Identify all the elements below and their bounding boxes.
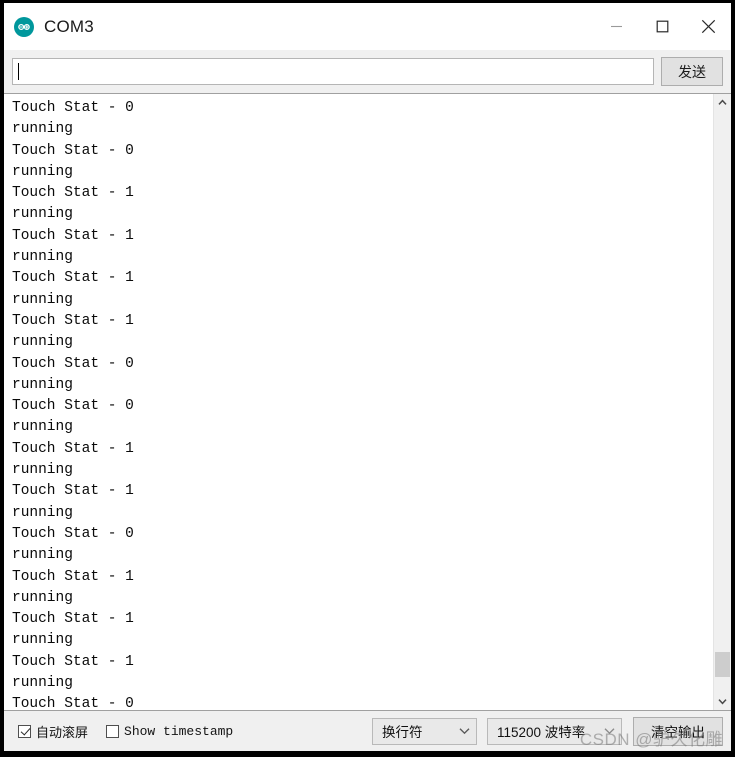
window-controls (593, 3, 731, 50)
arduino-infinity-icon (14, 16, 34, 37)
scroll-down-button[interactable] (714, 693, 731, 710)
console-line: running (12, 334, 73, 351)
baud-rate-select[interactable]: 115200 波特率 (487, 717, 622, 745)
maximize-icon (656, 20, 668, 33)
minimize-icon (610, 25, 622, 28)
console-line: running (12, 419, 73, 436)
title-bar: COM3 (4, 3, 731, 50)
console-line: running (12, 462, 73, 479)
close-button[interactable] (685, 3, 731, 50)
status-bar: 自动滚屏 Show timestamp 换行符 115200 波特率 清空输出 (4, 711, 731, 751)
console-line: running (12, 675, 73, 692)
console-line: Touch Stat - 1 (12, 227, 134, 244)
console-line: Touch Stat - 0 (12, 355, 134, 372)
title-bar-left: COM3 (4, 16, 94, 37)
autoscroll-checkbox[interactable]: 自动滚屏 (18, 722, 88, 741)
console-output[interactable]: Touch Stat - 0 running Touch Stat - 0 runni… (4, 94, 713, 710)
console-line: Touch Stat - 1 (12, 653, 134, 670)
clear-output-button[interactable]: 清空输出 (633, 716, 723, 746)
chevron-up-icon (718, 99, 727, 105)
console-line: Touch Stat - 0 (12, 398, 134, 415)
chevron-down-icon (718, 699, 727, 705)
line-ending-value: 换行符 (382, 725, 423, 740)
show-timestamp-checkbox[interactable]: Show timestamp (106, 724, 233, 739)
maximize-button[interactable] (639, 3, 685, 50)
minimize-button[interactable] (593, 3, 639, 50)
scroll-up-button[interactable] (714, 94, 731, 111)
console-line: Touch Stat - 1 (12, 483, 134, 500)
console-line: running (12, 121, 73, 138)
chevron-down-icon (604, 727, 615, 735)
close-icon (701, 19, 715, 34)
console-line: running (12, 632, 73, 649)
console-line: Touch Stat - 1 (12, 568, 134, 585)
text-caret (18, 63, 19, 80)
autoscroll-label: 自动滚屏 (36, 724, 89, 740)
console-line: Touch Stat - 0 (12, 100, 134, 116)
console-line: running (12, 291, 73, 308)
send-button[interactable]: 发送 (661, 57, 723, 86)
console-line: Touch Stat - 1 (12, 611, 134, 628)
baud-rate-value: 115200 波特率 (497, 725, 586, 740)
console-line: Touch Stat - 1 (12, 312, 134, 329)
console-line: Touch Stat - 0 (12, 525, 134, 542)
show-timestamp-label: Show timestamp (124, 723, 234, 739)
serial-monitor-window: COM3 发送 Touch Stat - 0 running Touch Sta… (4, 3, 731, 751)
console-line: running (12, 547, 73, 564)
console-line: running (12, 163, 73, 180)
console-line: running (12, 376, 73, 393)
console-line: running (12, 206, 73, 223)
console-line: running (12, 504, 73, 521)
console-line: running (12, 589, 73, 606)
console-line: Touch Stat - 0 (12, 142, 134, 159)
console-line: Touch Stat - 1 (12, 270, 134, 287)
console-line: Touch Stat - 1 (12, 440, 134, 457)
show-timestamp-checkbox-box[interactable] (106, 724, 120, 738)
send-bar: 发送 (4, 50, 731, 93)
console-scrollbar[interactable] (713, 94, 731, 710)
send-input[interactable] (12, 58, 654, 85)
scrollbar-thumb[interactable] (715, 652, 730, 677)
chevron-down-icon (459, 727, 470, 735)
console-area: Touch Stat - 0 running Touch Stat - 0 runni… (4, 93, 731, 711)
autoscroll-checkbox-box[interactable] (18, 724, 31, 738)
console-line: Touch Stat - 0 (12, 696, 134, 710)
line-ending-select[interactable]: 换行符 (372, 717, 477, 745)
console-line: Touch Stat - 1 (12, 185, 134, 202)
console-line: running (12, 249, 73, 266)
window-title: COM3 (44, 16, 94, 36)
